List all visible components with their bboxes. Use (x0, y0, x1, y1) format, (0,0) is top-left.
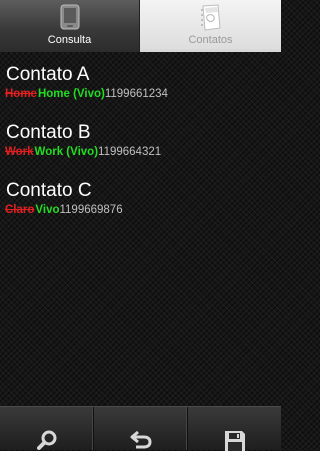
phone-number: 1199661234 (104, 88, 168, 100)
back-arrow-icon (130, 430, 152, 449)
contact-detail: HomeHome (Vivo)1199661234 (5, 88, 168, 100)
contact-list: Contato A HomeHome (Vivo)1199661234 Cont… (0, 52, 281, 226)
new-label: Work (Vivo) (34, 146, 99, 158)
new-label: Home (Vivo) (37, 88, 105, 100)
bottom-action-bar (0, 406, 281, 451)
search-button[interactable] (0, 407, 94, 450)
list-item-contato-b[interactable]: Contato B WorkWork (Vivo)1199664321 (0, 110, 281, 168)
contact-name: Contato B (6, 122, 91, 143)
list-item-contato-c[interactable]: Contato C ClaroVivo1199669876 (0, 168, 281, 226)
list-item-contato-a[interactable]: Contato A HomeHome (Vivo)1199661234 (0, 52, 281, 110)
save-icon (224, 431, 245, 451)
tab-consulta[interactable]: Consulta (0, 0, 140, 52)
contact-name: Contato C (6, 180, 92, 201)
back-button[interactable] (94, 407, 188, 450)
phone-icon (60, 4, 80, 34)
old-label: Home (5, 88, 37, 100)
save-button[interactable] (188, 407, 281, 451)
tab-contatos-label: Contatos (188, 34, 233, 46)
contacts-book-icon (200, 4, 222, 35)
old-label: Work (5, 146, 34, 158)
new-label: Vivo (35, 204, 60, 216)
tab-consulta-label: Consulta (47, 34, 92, 46)
contact-detail: WorkWork (Vivo)1199664321 (5, 146, 161, 158)
contact-detail: ClaroVivo1199669876 (5, 204, 123, 216)
search-icon (36, 430, 56, 450)
phone-number: 1199664321 (98, 146, 162, 158)
tab-contatos[interactable]: Contatos (140, 0, 281, 52)
phone-number: 1199669876 (59, 204, 123, 216)
contact-name: Contato A (6, 64, 90, 85)
old-label: Claro (5, 204, 35, 216)
tab-bar: Consulta Contatos (0, 0, 281, 52)
